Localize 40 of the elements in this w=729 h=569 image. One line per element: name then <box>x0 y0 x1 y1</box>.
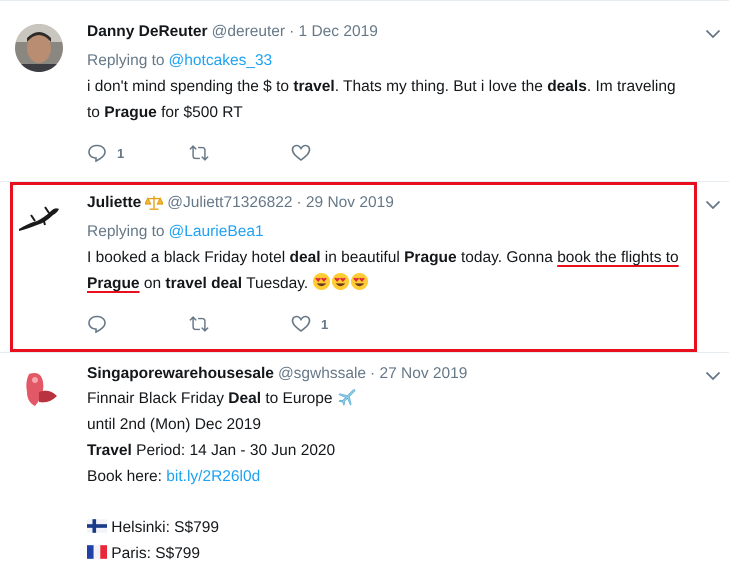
tweet-date[interactable]: · 27 Nov 2019 <box>370 362 468 386</box>
user-handle[interactable]: @dereuter <box>212 20 286 44</box>
finland-flag-icon <box>87 519 107 533</box>
tweet-date[interactable]: · 29 Nov 2019 <box>296 191 394 215</box>
more-button[interactable] <box>705 29 721 41</box>
user-handle[interactable]: @Juliett71326822 <box>167 191 292 215</box>
replying-label: Replying to <box>87 51 165 71</box>
url-link[interactable]: bit.ly/2R26l0d <box>166 468 260 485</box>
reply-icon <box>87 143 107 163</box>
mention-link[interactable]: @hotcakes_33 <box>168 48 272 74</box>
airplane-icon <box>336 387 356 406</box>
tweet-date[interactable]: · 1 Dec 2019 <box>289 20 378 44</box>
heart-icon <box>291 143 311 163</box>
user-name[interactable]: Danny DeReuter <box>87 20 208 44</box>
like-button[interactable]: 1 <box>291 314 393 334</box>
heart-eyes-icon <box>331 272 350 291</box>
user-name[interactable]: Juliette <box>87 191 142 215</box>
more-button[interactable] <box>705 200 721 212</box>
user-handle[interactable]: @sgwhssale <box>278 362 366 386</box>
replying-label: Replying to <box>87 222 165 242</box>
retweet-icon <box>189 314 209 334</box>
scales-icon <box>145 195 164 211</box>
tweet-text: i don't mind spending the $ to travel. Thats my thing. But i love the deals. Im traveling to Prague for $500 RT <box>87 78 676 121</box>
heart-eyes-icon <box>312 272 332 291</box>
mention-link[interactable]: @LaurieBea1 <box>168 219 264 245</box>
tweet-text: Book here: bit.ly/2R26l0d <box>87 468 260 485</box>
reply-icon <box>87 314 107 334</box>
reply-button[interactable]: 1 <box>87 143 189 163</box>
tweet-text: Helsinki: S$799 <box>110 519 220 536</box>
retweet-icon <box>189 143 209 163</box>
tweet-text: I booked a black Friday hotel deal in beautiful Prague today. Gonna book the flights to Prague on travel deal Tuesday. <box>87 249 679 292</box>
heart-eyes-icon <box>350 272 370 291</box>
tweet-text: Paris: S$799 <box>110 545 200 562</box>
france-flag-icon <box>87 545 107 559</box>
tweet-text: until 2nd (Mon) Dec 2019 <box>87 416 262 433</box>
user-name[interactable]: Singaporewarehousesale <box>87 362 274 386</box>
more-button[interactable] <box>705 371 721 383</box>
heart-icon <box>291 314 311 334</box>
tweet-text: Finnair Black Friday Deal to Europe <box>87 390 356 407</box>
tweet-text: Travel Period: 14 Jan - 30 Jun 2020 <box>87 442 336 459</box>
